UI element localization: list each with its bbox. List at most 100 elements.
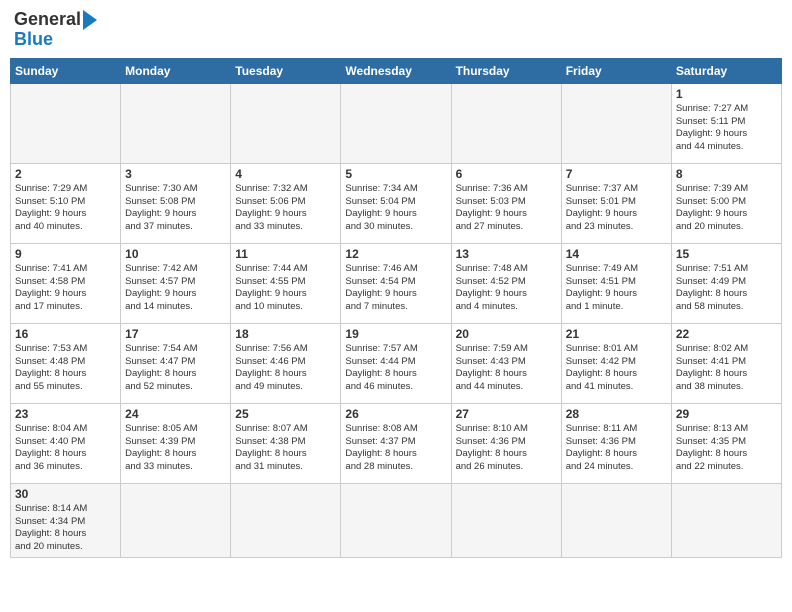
day-info: Sunrise: 7:46 AM Sunset: 4:54 PM Dayligh… [345, 263, 417, 312]
day-number: 28 [566, 407, 667, 421]
week-row-4: 16 Sunrise: 7:53 AM Sunset: 4:48 PM Dayli… [11, 323, 782, 403]
day-cell [561, 483, 671, 557]
day-cell [341, 83, 451, 163]
day-cell: 2 Sunrise: 7:29 AM Sunset: 5:10 PM Daylig… [11, 163, 121, 243]
day-header-thursday: Thursday [451, 58, 561, 83]
day-cell [11, 83, 121, 163]
day-header-monday: Monday [121, 58, 231, 83]
logo-icon: General [14, 10, 97, 30]
day-number: 5 [345, 167, 446, 181]
day-number: 16 [15, 327, 116, 341]
day-number: 17 [125, 327, 226, 341]
day-number: 1 [676, 87, 777, 101]
day-number: 30 [15, 487, 116, 501]
day-number: 23 [15, 407, 116, 421]
calendar-table: SundayMondayTuesdayWednesdayThursdayFrid… [10, 58, 782, 558]
week-row-3: 9Sunrise: 7:41 AM Sunset: 4:58 PM Daylig… [11, 243, 782, 323]
day-cell: 6Sunrise: 7:36 AM Sunset: 5:03 PM Daylig… [451, 163, 561, 243]
day-number: 24 [125, 407, 226, 421]
day-number: 18 [235, 327, 336, 341]
day-number: 19 [345, 327, 446, 341]
day-header-friday: Friday [561, 58, 671, 83]
week-row-2: 2 Sunrise: 7:29 AM Sunset: 5:10 PM Daylig… [11, 163, 782, 243]
day-cell: 16 Sunrise: 7:53 AM Sunset: 4:48 PM Dayli… [11, 323, 121, 403]
day-info: Sunrise: 7:56 AM Sunset: 4:46 PM Dayligh… [235, 343, 307, 392]
day-cell: 8Sunrise: 7:39 AM Sunset: 5:00 PM Daylig… [671, 163, 781, 243]
day-number: 14 [566, 247, 667, 261]
day-info: Sunrise: 8:13 AM Sunset: 4:35 PM Dayligh… [676, 423, 748, 472]
day-cell: 5 Sunrise: 7:34 AM Sunset: 5:04 PM Daylig… [341, 163, 451, 243]
day-number: 13 [456, 247, 557, 261]
day-number: 12 [345, 247, 446, 261]
day-cell [231, 83, 341, 163]
day-cell: 25 Sunrise: 8:07 AM Sunset: 4:38 PM Dayli… [231, 403, 341, 483]
day-cell: 27Sunrise: 8:10 AM Sunset: 4:36 PM Dayli… [451, 403, 561, 483]
day-number: 4 [235, 167, 336, 181]
day-info: Sunrise: 7:34 AM Sunset: 5:04 PM Dayligh… [345, 183, 417, 232]
day-info: Sunrise: 7:32 AM Sunset: 5:06 PM Dayligh… [235, 183, 307, 232]
day-cell: 26Sunrise: 8:08 AM Sunset: 4:37 PM Dayli… [341, 403, 451, 483]
day-info: Sunrise: 8:14 AM Sunset: 4:34 PM Dayligh… [15, 503, 87, 552]
day-number: 11 [235, 247, 336, 261]
day-info: Sunrise: 8:11 AM Sunset: 4:36 PM Dayligh… [566, 423, 638, 472]
day-cell [451, 483, 561, 557]
day-cell: 3Sunrise: 7:30 AM Sunset: 5:08 PM Daylig… [121, 163, 231, 243]
day-cell: 14 Sunrise: 7:49 AM Sunset: 4:51 PM Dayli… [561, 243, 671, 323]
day-cell [671, 483, 781, 557]
day-info: Sunrise: 7:42 AM Sunset: 4:57 PM Dayligh… [125, 263, 197, 312]
day-cell: 12 Sunrise: 7:46 AM Sunset: 4:54 PM Dayli… [341, 243, 451, 323]
logo: General Blue [14, 10, 97, 50]
day-number: 6 [456, 167, 557, 181]
header: General Blue [10, 10, 782, 50]
day-number: 2 [15, 167, 116, 181]
week-row-1: 1 Sunrise: 7:27 AM Sunset: 5:11 PM Daylig… [11, 83, 782, 163]
day-info: Sunrise: 7:59 AM Sunset: 4:43 PM Dayligh… [456, 343, 528, 392]
day-number: 25 [235, 407, 336, 421]
day-header-saturday: Saturday [671, 58, 781, 83]
day-info: Sunrise: 7:41 AM Sunset: 4:58 PM Dayligh… [15, 263, 87, 312]
day-info: Sunrise: 8:01 AM Sunset: 4:42 PM Dayligh… [566, 343, 638, 392]
day-info: Sunrise: 7:27 AM Sunset: 5:11 PM Dayligh… [676, 103, 748, 152]
day-cell: 22Sunrise: 8:02 AM Sunset: 4:41 PM Dayli… [671, 323, 781, 403]
day-info: Sunrise: 7:37 AM Sunset: 5:01 PM Dayligh… [566, 183, 638, 232]
day-info: Sunrise: 7:48 AM Sunset: 4:52 PM Dayligh… [456, 263, 528, 312]
day-info: Sunrise: 7:44 AM Sunset: 4:55 PM Dayligh… [235, 263, 307, 312]
day-cell: 21 Sunrise: 8:01 AM Sunset: 4:42 PM Dayli… [561, 323, 671, 403]
day-cell [451, 83, 561, 163]
day-number: 8 [676, 167, 777, 181]
day-number: 20 [456, 327, 557, 341]
day-info: Sunrise: 7:29 AM Sunset: 5:10 PM Dayligh… [15, 183, 87, 232]
day-number: 21 [566, 327, 667, 341]
day-cell [231, 483, 341, 557]
day-cell [121, 483, 231, 557]
day-number: 27 [456, 407, 557, 421]
day-cell: 9Sunrise: 7:41 AM Sunset: 4:58 PM Daylig… [11, 243, 121, 323]
day-cell: 4 Sunrise: 7:32 AM Sunset: 5:06 PM Daylig… [231, 163, 341, 243]
day-number: 15 [676, 247, 777, 261]
day-number: 3 [125, 167, 226, 181]
day-info: Sunrise: 7:49 AM Sunset: 4:51 PM Dayligh… [566, 263, 638, 312]
days-header-row: SundayMondayTuesdayWednesdayThursdayFrid… [11, 58, 782, 83]
day-info: Sunrise: 8:04 AM Sunset: 4:40 PM Dayligh… [15, 423, 87, 472]
day-cell: 19 Sunrise: 7:57 AM Sunset: 4:44 PM Dayli… [341, 323, 451, 403]
day-number: 22 [676, 327, 777, 341]
day-header-sunday: Sunday [11, 58, 121, 83]
day-number: 7 [566, 167, 667, 181]
day-number: 10 [125, 247, 226, 261]
logo-text-blue: Blue [14, 30, 53, 50]
day-number: 29 [676, 407, 777, 421]
day-info: Sunrise: 7:57 AM Sunset: 4:44 PM Dayligh… [345, 343, 417, 392]
day-info: Sunrise: 7:53 AM Sunset: 4:48 PM Dayligh… [15, 343, 87, 392]
day-cell: 10 Sunrise: 7:42 AM Sunset: 4:57 PM Dayli… [121, 243, 231, 323]
day-cell: 29 Sunrise: 8:13 AM Sunset: 4:35 PM Dayli… [671, 403, 781, 483]
day-header-tuesday: Tuesday [231, 58, 341, 83]
day-cell: 13 Sunrise: 7:48 AM Sunset: 4:52 PM Dayli… [451, 243, 561, 323]
day-cell: 23 Sunrise: 8:04 AM Sunset: 4:40 PM Dayli… [11, 403, 121, 483]
day-cell: 11 Sunrise: 7:44 AM Sunset: 4:55 PM Dayli… [231, 243, 341, 323]
day-cell: 7 Sunrise: 7:37 AM Sunset: 5:01 PM Daylig… [561, 163, 671, 243]
week-row-6: 30 Sunrise: 8:14 AM Sunset: 4:34 PM Dayli… [11, 483, 782, 557]
day-cell: 18 Sunrise: 7:56 AM Sunset: 4:46 PM Dayli… [231, 323, 341, 403]
day-cell: 17Sunrise: 7:54 AM Sunset: 4:47 PM Dayli… [121, 323, 231, 403]
day-info: Sunrise: 8:07 AM Sunset: 4:38 PM Dayligh… [235, 423, 307, 472]
logo-triangle-icon [83, 10, 97, 30]
